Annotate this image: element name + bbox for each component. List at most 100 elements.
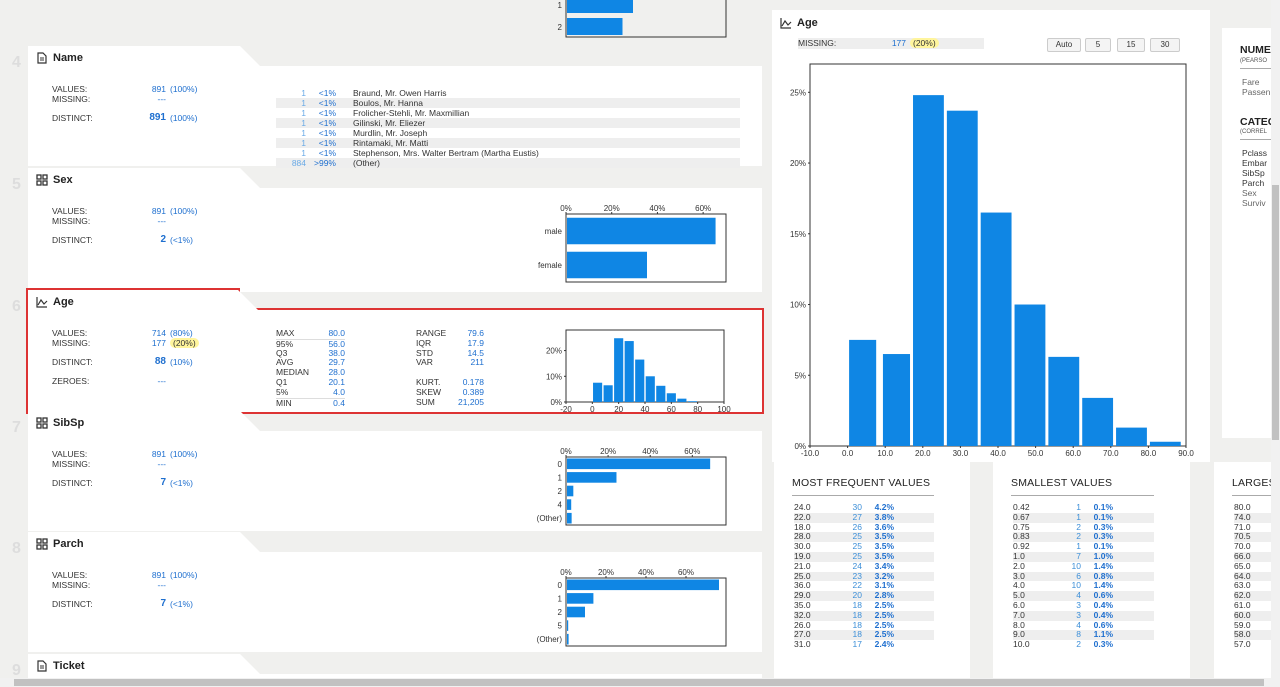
values-count: 891: [151, 570, 166, 580]
sex-chart: 0% 20% 40% 60% male female: [528, 202, 728, 288]
y-tick-label: 10%: [546, 372, 562, 381]
line-chart-icon: [36, 297, 48, 308]
bins-15-button[interactable]: 15: [1117, 38, 1145, 52]
card-number: 4: [12, 54, 21, 71]
parch-card[interactable]: 8 Parch VALUES: 891 (100%) MISSING: --- DIS…: [12, 532, 762, 652]
category-label: (Other): [537, 514, 563, 523]
table-row[interactable]: 9.0 8 1.1%: [1013, 630, 1154, 641]
table-row[interactable]: 27.0 18 2.5%: [794, 630, 934, 641]
table-row[interactable]: 1.0 7 1.0%: [1013, 551, 1154, 562]
count-cell: 17: [852, 639, 862, 650]
x-tick-label: 10.0: [877, 449, 893, 458]
bins-auto-button[interactable]: Auto: [1047, 38, 1081, 52]
table-row[interactable]: 26.0 18 2.5%: [794, 620, 934, 631]
scrollbar-thumb[interactable]: [14, 679, 1264, 686]
age-mini-histogram[interactable]: 0% 10% 20% -20 0 20 40 60 80 100: [528, 326, 738, 414]
table-row[interactable]: 1 <1% Braund, Mr. Owen Harris: [276, 88, 740, 98]
category-label: 1: [558, 594, 563, 603]
histogram-bar: [666, 393, 676, 402]
stats-block: VALUES: 891 (100%) MISSING: --- DISTINCT: 7(…: [52, 570, 198, 609]
list-item: Passen: [1242, 87, 1271, 97]
x-tick-label: 0%: [560, 568, 572, 577]
table-row[interactable]: 24.0 30 4.2%: [794, 502, 934, 513]
table-row[interactable]: 57.0: [1234, 639, 1274, 650]
table-row[interactable]: 0.92 1 0.1%: [1013, 541, 1154, 552]
bar: [567, 0, 633, 13]
table-row[interactable]: 8.0 4 0.6%: [1013, 620, 1154, 631]
y-tick-label: 20%: [546, 347, 562, 356]
table-row[interactable]: 36.0 22 3.1%: [794, 581, 934, 591]
table-row[interactable]: 5.0 4 0.6%: [1013, 590, 1154, 601]
table-row[interactable]: 1 <1% Boulos, Mr. Hanna: [276, 98, 740, 108]
table-row[interactable]: 884 >99% (Other): [276, 158, 740, 168]
table-row[interactable]: 7.0 3 0.4%: [1013, 610, 1154, 621]
bar: [567, 485, 574, 497]
table-row[interactable]: 32.0 18 2.5%: [794, 610, 934, 621]
table-row[interactable]: 0.75 2 0.3%: [1013, 522, 1154, 533]
bar: [567, 217, 716, 245]
x-tick-label: 0.0: [842, 449, 854, 458]
scrollbar-thumb[interactable]: [1272, 185, 1279, 440]
missing-pct-badge: (20%): [170, 338, 199, 348]
x-tick-label: 80: [693, 405, 702, 414]
x-tick-label: 80.0: [1141, 449, 1157, 458]
count-cell: 2: [1076, 639, 1081, 650]
table-row[interactable]: 1 <1% Murdlin, Mr. Joseph: [276, 128, 740, 138]
table-row[interactable]: 22.0 27 3.8%: [794, 512, 934, 523]
numeric-title: NUME: [1240, 44, 1271, 56]
bar: [567, 633, 569, 645]
histogram-bar: [946, 110, 978, 446]
category-label: male: [545, 227, 563, 236]
table-row[interactable]: 0.67 1 0.1%: [1013, 512, 1154, 523]
sex-card[interactable]: 5 Sex VALUES: 891 (100%) MISSING: --- DISTI…: [12, 168, 762, 292]
histogram-bar: [645, 376, 655, 402]
table-row[interactable]: 0.83 2 0.3%: [1013, 532, 1154, 543]
x-tick-label: 90.0: [1178, 449, 1194, 458]
vertical-scrollbar[interactable]: [1271, 0, 1280, 687]
category-label: 0: [558, 460, 563, 469]
table-row[interactable]: 1 <1% Frolicher-Stehli, Mr. Maxmillian: [276, 108, 740, 118]
table-row[interactable]: 4.0 10 1.4%: [1013, 581, 1154, 591]
distinct-count: 2: [160, 234, 166, 245]
grid-icon: [36, 417, 48, 429]
table-row[interactable]: 35.0 18 2.5%: [794, 600, 934, 611]
table-row[interactable]: 6.0 3 0.4%: [1013, 600, 1154, 611]
x-tick-label: 0%: [560, 447, 572, 456]
table-row[interactable]: 28.0 25 3.5%: [794, 532, 934, 543]
value-table: 80.0 74.0 71.0 70.5 70.0 66.0 65.0 64.0 63.0 62.0…: [1234, 502, 1274, 650]
table-row[interactable]: 2.0 10 1.4%: [1013, 561, 1154, 572]
table-row[interactable]: 0.42 1 0.1%: [1013, 502, 1154, 513]
table-row[interactable]: 10.0 2 0.3%: [1013, 639, 1154, 650]
histogram-bar: [593, 382, 603, 402]
age-card[interactable]: 6 Age VALUES: 714 (80%) MISSING: 177 (20%) D…: [12, 288, 764, 414]
table-row[interactable]: 30.0 25 3.5%: [794, 541, 934, 552]
table-row[interactable]: 25.0 23 3.2%: [794, 571, 934, 582]
table-row[interactable]: 1 <1% Rintamaki, Mr. Matti: [276, 138, 740, 148]
x-tick-label: 40.0: [990, 449, 1006, 458]
histogram-bar: [849, 339, 877, 446]
distinct-count: 891: [149, 112, 166, 123]
table-row[interactable]: 21.0 24 3.4%: [794, 561, 934, 572]
table-row[interactable]: 1 <1% Gilinski, Mr. Eliezer: [276, 118, 740, 128]
table-row[interactable]: 3.0 6 0.8%: [1013, 571, 1154, 582]
name-card[interactable]: 4 Name VALUES: 891 (100%) MISSING: --- DIST…: [12, 46, 762, 168]
zeroes-count: ---: [157, 376, 167, 386]
table-row[interactable]: 1 <1% Stephenson, Mrs. Walter Bertram (Mar…: [276, 148, 740, 158]
sibsp-card[interactable]: 7 SibSp VALUES: 891 (100%) MISSING: --- DIS…: [12, 411, 762, 531]
x-tick-label: 60%: [678, 568, 694, 577]
age-large-histogram[interactable]: 0% 5% 10% 15% 20% 25% -10.0 0.0 10.0 20.0 30.0 40.0…: [772, 60, 1210, 464]
table-row[interactable]: 29.0 20 2.8%: [794, 590, 934, 601]
value-table: 0.42 1 0.1% 0.67 1 0.1% 0.75 2 0.3% 0.83 2 0.3% 0.92…: [1013, 502, 1154, 650]
bar: [567, 606, 585, 618]
horizontal-scrollbar[interactable]: [0, 678, 1271, 687]
table-row[interactable]: 18.0 26 3.6%: [794, 522, 934, 533]
bins-5-button[interactable]: 5: [1085, 38, 1111, 52]
bins-30-button[interactable]: 30: [1150, 38, 1180, 52]
section-title: MOST FREQUENT VALUES: [792, 477, 931, 489]
value-cell: 31.0: [794, 639, 811, 650]
table-row[interactable]: 31.0 17 2.4%: [794, 639, 934, 650]
table-row[interactable]: 19.0 25 3.5%: [794, 551, 934, 562]
panel-title: Age: [797, 17, 818, 29]
histogram-bar: [1014, 304, 1046, 446]
largest-values-card: LARGES 80.0 74.0 71.0 70.5 70.0 66.0 65.0 64.0 6…: [1214, 462, 1276, 687]
